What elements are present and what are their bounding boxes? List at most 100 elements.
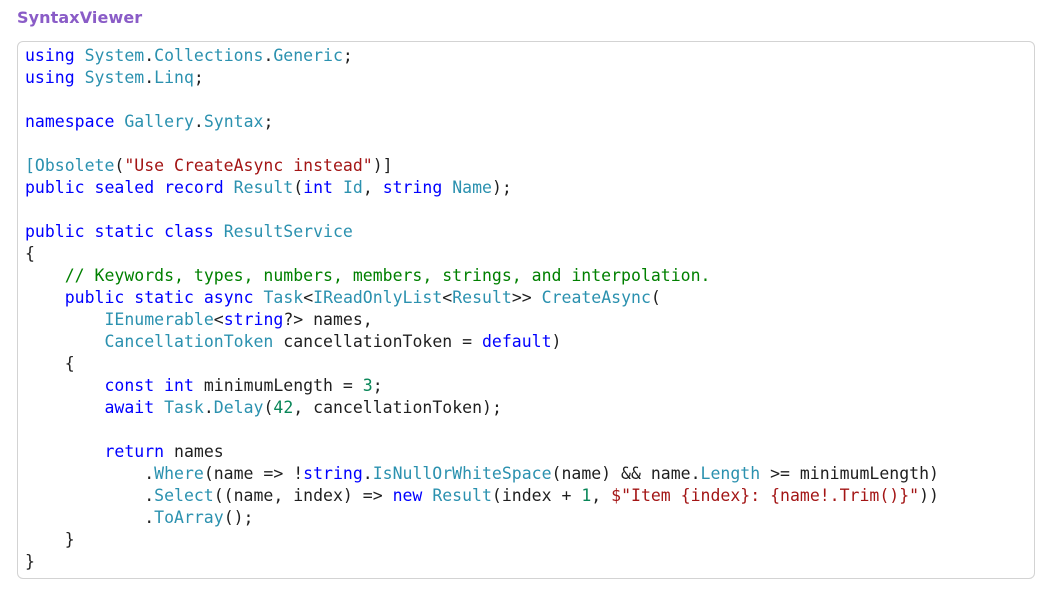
code-token-text: ( [114,156,125,175]
code-token-text: (name) && name. [551,464,701,483]
code-token-text: (name => ! [203,464,304,483]
code-line: namespace Gallery.Syntax; [25,111,939,133]
code-token-text: ?> names, [283,310,373,329]
code-line: // Keywords, types, numbers, members, st… [25,265,939,287]
code-token-text: . [25,464,155,483]
code-token-keyword: using [25,46,75,65]
code-line: .Where(name => !string.IsNullOrWhiteSpac… [25,463,939,485]
code-token-type: Syntax [203,112,264,131]
code-token-text: . [25,508,155,527]
code-token-number: 3 [362,376,373,395]
code-token-type: Task [263,288,304,307]
code-token-keyword: record [164,178,224,197]
code-token-type: Name [452,178,492,197]
code-token-text: { [25,244,35,263]
code-token-text: ((name, index) => [213,486,393,505]
code-token-keyword: string [303,464,363,483]
code-token-comment: // Keywords, types, numbers, members, st… [64,266,711,285]
code-token-text: . [203,398,214,417]
code-token-text: ) [551,332,562,351]
code-token-type: IReadOnlyList [313,288,443,307]
code-token-keyword: sealed [94,178,155,197]
code-line: using System.Collections.Generic; [25,45,939,67]
code-line: } [25,529,939,551]
code-line: IEnumerable<string?> names, [25,309,939,331]
code-token-text: (); [223,508,254,527]
code-token-keyword: class [164,222,214,241]
code-line: public sealed record Result(int Id, stri… [25,177,939,199]
code-line: CancellationToken cancellationToken = de… [25,331,939,353]
code-token-type: Where [154,464,204,483]
code-token-type: Gallery [124,112,194,131]
code-token-keyword: default [482,332,552,351]
code-token-type: Task [164,398,204,417]
code-token-text: . [263,46,274,65]
code-token-keyword: public [25,222,85,241]
code-block[interactable]: using System.Collections.Generic; using S… [25,45,939,573]
code-token-text: } [25,552,35,571]
code-token-text: )) [919,486,939,505]
code-token-text: ( [263,398,274,417]
code-token-type: Result [432,486,492,505]
code-token-type: System [84,68,145,87]
code-token-text: < [442,288,453,307]
code-token-keyword: static [134,288,194,307]
code-token-text: )] [372,156,393,175]
code-token-text: . [362,464,373,483]
code-viewer-panel[interactable]: using System.Collections.Generic; using S… [17,41,1035,579]
code-token-type: ToArray [154,508,224,527]
code-token-text: { [25,354,75,373]
code-token-string: $"Item {index}: {name!.Trim()}" [611,486,920,505]
code-token-text: , cancellationToken); [293,398,502,417]
code-token-type: Delay [213,398,264,417]
code-token-keyword: public [25,178,85,197]
code-token-number: 1 [581,486,592,505]
code-token-text: >> [511,288,542,307]
code-token-text: (index + [491,486,582,505]
code-token-text: cancellationToken = [273,332,482,351]
code-token-type: IEnumerable [104,310,214,329]
code-token-keyword: int [303,178,333,197]
code-token-text: names [164,442,224,461]
code-token-type: IsNullOrWhiteSpace [372,464,552,483]
code-token-text: < [213,310,224,329]
code-token-type: Length [700,464,761,483]
code-token-string: "Use CreateAsync instead" [124,156,373,175]
code-token-text: ; [342,46,353,65]
code-token-type: Select [154,486,214,505]
code-token-text: . [144,68,155,87]
code-token-type: ResultService [223,222,353,241]
code-token-text: ( [650,288,661,307]
code-token-keyword: public [64,288,125,307]
code-token-text: ; [372,376,383,395]
code-line: public static async Task<IReadOnlyList<R… [25,287,939,309]
code-token-type: CreateAsync [541,288,651,307]
code-line: await Task.Delay(42, cancellationToken); [25,397,939,419]
code-token-text: minimumLength = [193,376,363,395]
code-token-type: [Obsolete [25,156,115,175]
code-token-keyword: string [223,310,284,329]
code-token-keyword: return [104,442,165,461]
code-token-type: Generic [273,46,343,65]
code-token-keyword: namespace [25,112,115,131]
